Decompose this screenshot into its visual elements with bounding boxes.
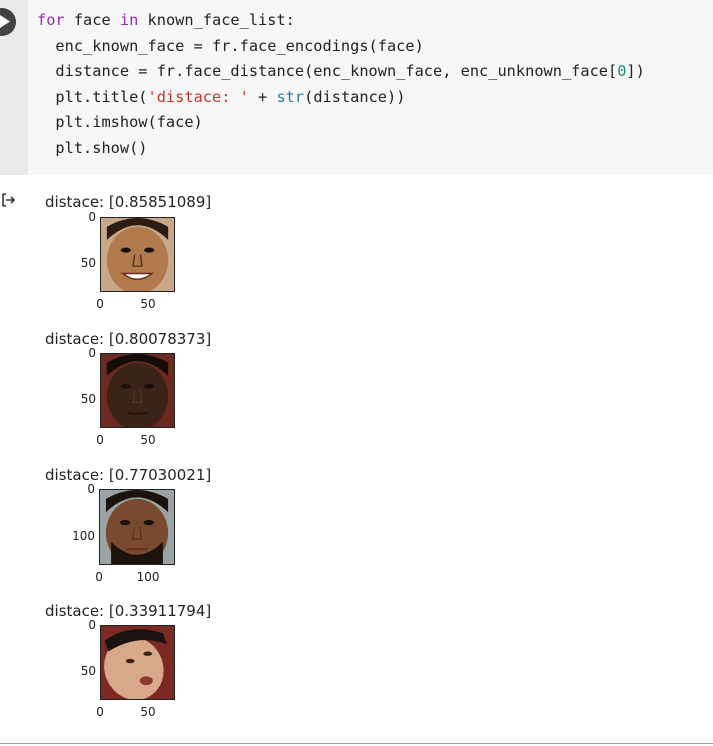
code-token: distance = fr.face_distance(enc_known_fa…	[37, 62, 618, 81]
code-line: plt.imshow(face)	[37, 113, 203, 132]
y-tick-label: 0	[88, 210, 96, 224]
y-tick-label: 50	[80, 256, 96, 270]
plot-title: distace: [0.85851089]	[45, 193, 212, 211]
x-tick-label: 50	[140, 297, 156, 311]
code-token: ])	[626, 62, 645, 81]
code-token: str	[276, 87, 305, 106]
x-tick-label: 0	[96, 433, 104, 447]
x-tick-label: 100	[136, 570, 160, 584]
y-tick-label: 50	[80, 392, 96, 406]
code-token: enc_known_face = fr.face_encodings(face)	[37, 36, 424, 55]
cell-divider	[0, 743, 713, 744]
code-token: for	[37, 11, 65, 29]
code-token: plt.imshow(face)	[37, 113, 203, 132]
code-line: enc_known_face = fr.face_encodings(face)	[37, 36, 424, 55]
output-arrow-icon	[2, 193, 16, 207]
code-token: in	[119, 11, 139, 29]
y-tick-label: 50	[80, 664, 96, 678]
code-token: (distance))	[304, 87, 406, 106]
play-icon	[0, 15, 10, 28]
code-token: face	[64, 11, 120, 29]
x-tick-label: 0	[96, 297, 104, 311]
code-token: +	[248, 87, 277, 106]
y-tick-label: 0	[88, 346, 96, 360]
code-line: distance = fr.face_distance(enc_known_fa…	[37, 62, 645, 81]
code-token: plt.title(	[37, 87, 148, 106]
face-image	[100, 217, 175, 292]
code-token: plt.show()	[37, 138, 148, 157]
code-token: 'distace: '	[147, 87, 249, 106]
y-tick-label: 100	[72, 529, 95, 543]
y-tick-label: 0	[87, 482, 95, 496]
y-tick-label: 0	[88, 618, 96, 632]
plot-title: distace: [0.33911794]	[45, 602, 212, 620]
x-tick-label: 0	[95, 570, 103, 584]
plot-title: distace: [0.77030021]	[45, 466, 212, 484]
face-image	[100, 625, 175, 700]
face-image	[100, 353, 175, 428]
x-tick-label: 0	[96, 705, 104, 719]
code-line: for face in known_face_list:	[37, 11, 295, 29]
code-line: plt.title('distace: ' + str(distance))	[37, 88, 405, 106]
plot-title: distace: [0.80078373]	[45, 330, 212, 348]
code-token: known_face_list:	[138, 11, 295, 29]
x-tick-label: 50	[140, 433, 156, 447]
code-line: plt.show()	[37, 138, 148, 157]
code-editor[interactable]: for face in known_face_list: enc_known_f…	[37, 8, 645, 162]
code-cell[interactable]: for face in known_face_list: enc_known_f…	[28, 0, 713, 175]
x-tick-label: 50	[140, 705, 156, 719]
face-image	[99, 489, 175, 565]
